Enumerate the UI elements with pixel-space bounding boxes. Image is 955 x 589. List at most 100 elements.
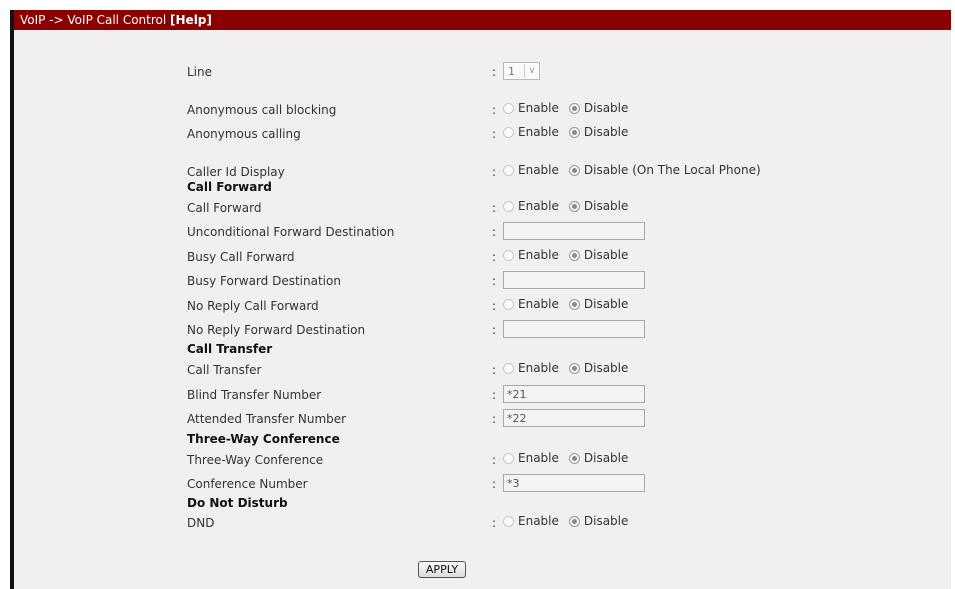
busy-call-forward-enable-radio[interactable] <box>503 249 514 261</box>
anonymous-call-blocking-radios: Enable Disable <box>503 101 638 115</box>
line-row: Line : 1 ∨ <box>14 62 951 83</box>
three-way-conference-disable-radio[interactable] <box>568 452 580 464</box>
no-reply-forward-destination-label: No Reply Forward Destination <box>187 323 366 337</box>
no-reply-call-forward-radios: Enable Disable <box>503 297 638 311</box>
blind-transfer-row: Blind Transfer Number : <box>14 385 951 406</box>
call-forward-section-heading: Call Forward <box>187 180 272 194</box>
busy-call-forward-label: Busy Call Forward <box>187 250 295 264</box>
call-forward-row: Call Forward : Enable Disable <box>14 199 951 219</box>
call-transfer-enable-radio[interactable] <box>503 362 514 374</box>
colon: : <box>492 250 497 264</box>
no-reply-forward-destination-input[interactable] <box>503 320 645 338</box>
disable-label: Disable <box>583 199 629 213</box>
call-forward-radios: Enable Disable <box>503 199 638 213</box>
three-way-conference-label: Three-Way Conference <box>187 453 324 467</box>
colon: : <box>492 201 497 215</box>
attended-transfer-input[interactable] <box>503 409 645 427</box>
caller-id-display-radios: Enable Disable (On The Local Phone) <box>503 163 771 177</box>
no-reply-forward-destination-row: No Reply Forward Destination : <box>14 320 951 341</box>
conference-number-input[interactable] <box>503 474 645 492</box>
attended-transfer-row: Attended Transfer Number : <box>14 409 951 430</box>
blind-transfer-input[interactable] <box>503 385 645 403</box>
anonymous-calling-radios: Enable Disable <box>503 125 638 139</box>
attended-transfer-label: Attended Transfer Number <box>187 412 347 426</box>
anonymous-calling-label: Anonymous calling <box>187 127 301 141</box>
dnd-label: DND <box>187 516 215 530</box>
title-bar: VoIP -> VoIP Call Control [Help] <box>14 10 951 30</box>
dnd-row: DND : Enable Disable <box>14 514 951 534</box>
line-label: Line <box>187 65 213 79</box>
page-frame: VoIP -> VoIP Call Control [Help] Line : … <box>0 0 955 589</box>
call-transfer-label: Call Transfer <box>187 363 262 377</box>
enable-label: Enable <box>518 248 559 262</box>
three-way-conference-row: Three-Way Conference : Enable Disable <box>14 451 951 471</box>
apply-button[interactable]: APPLY <box>418 561 466 578</box>
colon: : <box>492 165 497 179</box>
anonymous-call-blocking-row: Anonymous call blocking : Enable Disable <box>14 101 951 121</box>
disable-label: Disable <box>583 125 629 139</box>
busy-forward-destination-row: Busy Forward Destination : <box>14 271 951 292</box>
anonymous-call-blocking-enable-radio[interactable] <box>503 102 514 114</box>
colon: : <box>492 65 497 79</box>
three-way-conference-enable-radio[interactable] <box>503 452 514 464</box>
blind-transfer-label: Blind Transfer Number <box>187 388 322 402</box>
unconditional-forward-row: Unconditional Forward Destination : <box>14 222 951 243</box>
dnd-enable-radio[interactable] <box>503 515 514 527</box>
dnd-disable-radio[interactable] <box>568 515 580 527</box>
caller-id-display-enable-radio[interactable] <box>503 164 514 176</box>
colon: : <box>492 323 497 337</box>
colon: : <box>492 412 497 426</box>
conference-number-label: Conference Number <box>187 477 308 491</box>
anonymous-call-blocking-label: Anonymous call blocking <box>187 103 337 117</box>
enable-label: Enable <box>518 125 559 139</box>
colon: : <box>492 127 497 141</box>
busy-call-forward-radios: Enable Disable <box>503 248 638 262</box>
line-select-value: 1 <box>508 64 515 78</box>
disable-label: Disable <box>583 361 629 375</box>
enable-label: Enable <box>518 163 559 177</box>
anonymous-calling-enable-radio[interactable] <box>503 126 514 138</box>
unconditional-forward-label: Unconditional Forward Destination <box>187 225 395 239</box>
help-link[interactable]: [Help] <box>170 13 212 27</box>
chevron-down-icon: ∨ <box>524 64 539 78</box>
disable-local-phone-label: Disable (On The Local Phone) <box>583 163 761 177</box>
enable-label: Enable <box>518 101 559 115</box>
three-way-section-heading: Three-Way Conference <box>187 432 340 446</box>
line-select[interactable]: 1 ∨ <box>503 62 540 80</box>
busy-call-forward-disable-radio[interactable] <box>568 249 580 261</box>
no-reply-call-forward-disable-radio[interactable] <box>568 298 580 310</box>
call-forward-disable-radio[interactable] <box>568 200 580 212</box>
enable-label: Enable <box>518 297 559 311</box>
no-reply-call-forward-enable-radio[interactable] <box>503 298 514 310</box>
call-transfer-radios: Enable Disable <box>503 361 638 375</box>
busy-forward-destination-input[interactable] <box>503 271 645 289</box>
colon: : <box>492 299 497 313</box>
call-transfer-row: Call Transfer : Enable Disable <box>14 361 951 381</box>
conference-number-row: Conference Number : <box>14 474 951 495</box>
colon: : <box>492 388 497 402</box>
page-title: VoIP -> VoIP Call Control <box>20 13 171 27</box>
unconditional-forward-input[interactable] <box>503 222 645 240</box>
colon: : <box>492 477 497 491</box>
anonymous-call-blocking-disable-radio[interactable] <box>568 102 580 114</box>
anonymous-calling-row: Anonymous calling : Enable Disable <box>14 125 951 145</box>
enable-label: Enable <box>518 361 559 375</box>
caller-id-display-disable-radio[interactable] <box>568 164 580 176</box>
call-transfer-disable-radio[interactable] <box>568 362 580 374</box>
colon: : <box>492 363 497 377</box>
enable-label: Enable <box>518 199 559 213</box>
call-control-panel: Line : 1 ∨ Anonymous call blocking : Ena… <box>14 30 951 589</box>
no-reply-call-forward-row: No Reply Call Forward : Enable Disable <box>14 297 951 317</box>
colon: : <box>492 516 497 530</box>
anonymous-calling-disable-radio[interactable] <box>568 126 580 138</box>
disable-label: Disable <box>583 514 629 528</box>
enable-label: Enable <box>518 451 559 465</box>
call-forward-enable-radio[interactable] <box>503 200 514 212</box>
colon: : <box>492 274 497 288</box>
busy-forward-destination-label: Busy Forward Destination <box>187 274 341 288</box>
colon: : <box>492 103 497 117</box>
call-forward-label: Call Forward <box>187 201 262 215</box>
call-transfer-section-heading: Call Transfer <box>187 342 273 356</box>
disable-label: Disable <box>583 101 629 115</box>
disable-label: Disable <box>583 451 629 465</box>
